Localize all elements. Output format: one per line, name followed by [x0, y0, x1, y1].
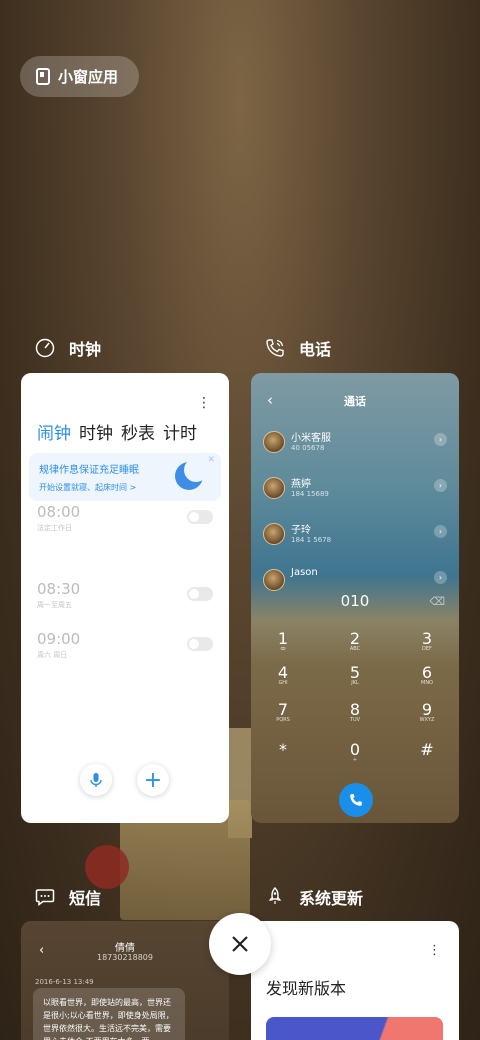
- voice-alarm-button[interactable]: [80, 764, 112, 796]
- message-bubble: 以眼看世界，即使站的最高，世界还是很小;以心看世界，即使身处局限，世界依然很大。…: [33, 988, 185, 1040]
- contact-row[interactable]: 燕婷 184 15689 ›: [263, 475, 447, 505]
- dial-key[interactable]: 0 +: [335, 740, 375, 763]
- dial-key[interactable]: 8 TUV: [335, 700, 375, 723]
- clock-app-card[interactable]: ⋮ 闹钟 时钟 秒表 计时 规律作息保证充足睡眠 开始设置就寝、起床时间 > ✕…: [21, 373, 229, 823]
- key-letters: +: [352, 757, 358, 763]
- floating-window-button[interactable]: 小窗应用: [20, 56, 139, 97]
- key-letters: ꝏ: [280, 646, 286, 652]
- clock-app-label[interactable]: 时钟: [33, 336, 101, 360]
- key-letters: DEF: [422, 646, 432, 652]
- dial-key[interactable]: 4 GHI: [263, 663, 303, 686]
- avatar: [263, 523, 285, 545]
- clock-tabs: 闹钟 时钟 秒表 计时: [37, 419, 197, 444]
- tab-clock[interactable]: 时钟: [79, 419, 113, 444]
- updater-app-card[interactable]: ⋮ 发现新版本: [251, 921, 459, 1040]
- alarm-repeat: 周一至周五: [37, 601, 72, 609]
- contact-number: 184 1 5678: [291, 536, 332, 544]
- window-icon: [36, 68, 50, 85]
- phone-app-label[interactable]: 电话: [263, 336, 331, 360]
- alarm-item[interactable]: 08:30 周一至周五: [37, 580, 213, 620]
- alarm-toggle[interactable]: [187, 637, 213, 651]
- dial-key[interactable]: *: [263, 740, 303, 759]
- contact-name: 子玲: [291, 525, 311, 536]
- add-alarm-button[interactable]: +: [137, 764, 169, 796]
- chevron-right-icon[interactable]: ›: [434, 571, 447, 584]
- contact-name: Jason: [291, 567, 318, 578]
- more-options-icon[interactable]: ⋮: [428, 943, 441, 958]
- avatar: [263, 569, 285, 591]
- rocket-icon: [263, 885, 287, 909]
- tab-stopwatch[interactable]: 秒表: [121, 419, 155, 444]
- floating-window-label: 小窗应用: [58, 68, 119, 86]
- contact-row[interactable]: 小米客服 40 05678 ›: [263, 429, 447, 459]
- call-button[interactable]: [339, 783, 373, 817]
- sms-label-text: 短信: [69, 889, 102, 908]
- avatar: [263, 431, 285, 453]
- sms-app-label[interactable]: 短信: [33, 885, 101, 909]
- clock-icon: [33, 336, 57, 360]
- key-letters: JKL: [351, 680, 359, 686]
- dial-key[interactable]: 3 DEF: [407, 629, 447, 652]
- key-letters: PQRS: [276, 717, 290, 723]
- sms-contact-phone: 18730218809: [97, 953, 153, 962]
- dial-key[interactable]: 9 WXYZ: [407, 700, 447, 723]
- contact-name: 小米客服: [291, 433, 331, 444]
- updater-label-text: 系统更新: [299, 889, 364, 908]
- dial-key[interactable]: 1ꝏ: [263, 629, 303, 652]
- more-options-icon[interactable]: ⋮: [197, 395, 211, 411]
- key-letters: ABC: [349, 646, 361, 652]
- alarm-item[interactable]: 09:00 周六 周日: [37, 630, 213, 670]
- phone-app-card[interactable]: ‹ 通话 小米客服 40 05678 › 燕婷 184 15689 › 子玲 1…: [251, 373, 459, 823]
- chevron-right-icon[interactable]: ›: [434, 433, 447, 446]
- update-title: 发现新版本: [266, 979, 347, 998]
- wallpaper-heart: [85, 845, 129, 889]
- key-letters: MNO: [421, 680, 433, 686]
- avatar: [263, 477, 285, 499]
- clock-label-text: 时钟: [69, 340, 102, 359]
- message-icon: [33, 885, 57, 909]
- close-icon: [232, 936, 248, 952]
- alarm-item[interactable]: 08:00 法定工作日: [37, 503, 213, 543]
- key-letters: TUV: [349, 717, 361, 723]
- key-letters: GHI: [278, 680, 288, 686]
- sleep-banner[interactable]: 规律作息保证充足睡眠 开始设置就寝、起床时间 > ✕: [29, 453, 221, 501]
- contact-row[interactable]: 子玲 184 1 5678 ›: [263, 521, 447, 551]
- chevron-right-icon[interactable]: ›: [434, 479, 447, 492]
- dial-key[interactable]: 2 ABC: [335, 629, 375, 652]
- key-digit: #: [420, 740, 434, 759]
- dial-key[interactable]: 5 JKL: [335, 663, 375, 686]
- clear-all-button[interactable]: [209, 913, 271, 975]
- phone-title: 通话: [344, 395, 366, 408]
- dial-key[interactable]: #: [407, 740, 447, 759]
- key-digit: *: [279, 740, 287, 759]
- moon-icon: [175, 458, 208, 490]
- alarm-repeat: 周六 周日: [37, 651, 68, 659]
- contact-name: 燕婷: [291, 479, 311, 490]
- tab-alarm[interactable]: 闹钟: [37, 419, 71, 444]
- key-letters: WXYZ: [419, 717, 435, 723]
- dial-input[interactable]: 010: [251, 592, 459, 610]
- microphone-icon: [90, 773, 102, 787]
- plus-icon: +: [143, 767, 163, 793]
- dial-key[interactable]: 7 PQRS: [263, 700, 303, 723]
- phone-label-text: 电话: [299, 340, 332, 359]
- banner-close-icon[interactable]: ✕: [207, 455, 215, 465]
- alarm-toggle[interactable]: [187, 510, 213, 524]
- tab-timer[interactable]: 计时: [163, 419, 197, 444]
- dial-key[interactable]: 6 MNO: [407, 663, 447, 686]
- chevron-right-icon[interactable]: ›: [434, 525, 447, 538]
- update-banner: [266, 1017, 443, 1040]
- contact-number: 184 15689: [291, 490, 329, 498]
- sms-contact-name: 倩倩: [115, 943, 135, 954]
- contact-number: 40 05678: [291, 444, 325, 452]
- phone-icon: [263, 336, 287, 360]
- backspace-icon[interactable]: ⌫: [429, 595, 445, 608]
- sms-app-card[interactable]: ‹ 倩倩 18730218809 2016-6-13 13:49 以眼看世界，即…: [21, 921, 229, 1040]
- sms-date: 2016-6-13 13:49: [35, 978, 94, 986]
- alarm-repeat: 法定工作日: [37, 524, 72, 532]
- phone-call-icon: [350, 794, 362, 806]
- alarm-toggle[interactable]: [187, 587, 213, 601]
- updater-app-label[interactable]: 系统更新: [263, 885, 363, 909]
